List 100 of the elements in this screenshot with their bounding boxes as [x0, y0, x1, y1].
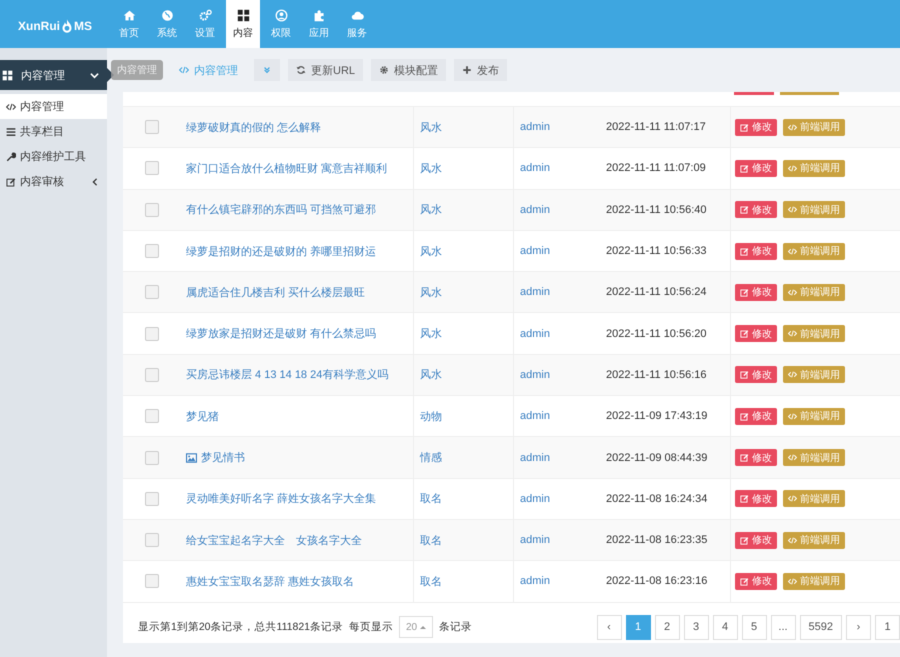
category-link[interactable]: 风水: [420, 160, 442, 176]
category-link[interactable]: 风水: [420, 202, 442, 218]
page-button[interactable]: 1: [626, 614, 651, 640]
author-link[interactable]: admin: [520, 328, 550, 340]
title-link[interactable]: 有什么镇宅辟邪的东西吗 可挡煞可避邪: [186, 202, 376, 218]
row-checkbox[interactable]: [145, 202, 159, 217]
edit-button[interactable]: 修改: [735, 242, 777, 260]
call-button[interactable]: 前端调用: [783, 160, 845, 177]
title-link[interactable]: 属虎适合住几楼吉利 买什么楼层最旺: [186, 284, 366, 300]
per-page-select[interactable]: 20: [399, 616, 434, 638]
edit-button[interactable]: 修改: [735, 325, 777, 342]
author-link[interactable]: admin: [520, 534, 550, 546]
title-link[interactable]: 绿萝放家是招财还是破财 有什么禁忌吗: [186, 326, 376, 342]
dropdown-button[interactable]: [254, 59, 280, 81]
category-link[interactable]: 取名: [420, 574, 442, 589]
page-button[interactable]: 5592: [800, 614, 842, 640]
row-checkbox[interactable]: [145, 492, 159, 506]
edit-button[interactable]: 修改: [735, 366, 777, 384]
author-link[interactable]: admin: [520, 492, 550, 505]
row-checkbox[interactable]: [145, 574, 159, 588]
call-button[interactable]: 前端调用: [783, 366, 845, 384]
edit-button[interactable]: 修改: [735, 572, 777, 590]
nav-tab[interactable]: 系统: [148, 0, 186, 48]
page-button[interactable]: 4: [712, 614, 738, 640]
row-checkbox[interactable]: [145, 533, 159, 548]
call-button[interactable]: 前端调用: [783, 490, 845, 508]
row-checkbox[interactable]: [145, 450, 159, 465]
call-button[interactable]: 前端调用: [783, 325, 845, 342]
call-button[interactable]: 前端调用: [783, 201, 845, 218]
category-link[interactable]: 取名: [420, 532, 442, 548]
nav-tab[interactable]: 服务: [338, 0, 376, 48]
title-link[interactable]: 梦见猪: [186, 408, 219, 424]
category-link[interactable]: 风水: [420, 367, 442, 382]
call-button[interactable]: 前端调用: [783, 572, 845, 590]
nav-tab[interactable]: 权限: [262, 0, 300, 48]
category-link[interactable]: 风水: [420, 244, 442, 259]
row-checkbox[interactable]: [145, 244, 159, 258]
edit-icon: [740, 246, 749, 256]
toolbar-button[interactable]: 模块配置: [371, 59, 446, 81]
nav-tab[interactable]: 应用: [300, 0, 338, 48]
author-link[interactable]: admin: [520, 162, 550, 174]
title-link[interactable]: 灵动唯美好听名字 薛姓女孩名字大全集: [186, 491, 376, 506]
page-button[interactable]: 5: [742, 614, 767, 640]
row-checkbox[interactable]: [145, 326, 159, 341]
page-button[interactable]: 2: [654, 614, 680, 640]
title-link[interactable]: 梦见情书: [201, 450, 245, 466]
sidebar-item[interactable]: 内容管理: [0, 94, 107, 119]
edit-button[interactable]: 修改: [735, 449, 777, 466]
sidebar-header[interactable]: 内容管理: [0, 60, 107, 90]
row-checkbox[interactable]: [145, 368, 159, 382]
row-checkbox[interactable]: [145, 161, 159, 176]
title-link[interactable]: 绿萝破财真的假的 怎么解释: [186, 120, 322, 135]
edit-button[interactable]: 修改: [735, 532, 777, 549]
row-checkbox[interactable]: [145, 409, 159, 424]
edit-button[interactable]: 修改: [735, 201, 777, 218]
call-button[interactable]: 前端调用: [783, 408, 845, 425]
call-button[interactable]: 前端调用: [783, 118, 845, 136]
category-link[interactable]: 情感: [420, 450, 442, 466]
page-button[interactable]: ›: [846, 614, 871, 640]
nav-tab[interactable]: 内容: [226, 0, 260, 48]
edit-button[interactable]: 修改: [735, 284, 777, 301]
author-link[interactable]: admin: [520, 204, 550, 216]
author-link[interactable]: admin: [520, 410, 550, 422]
author-link[interactable]: admin: [520, 121, 550, 134]
row-checkbox[interactable]: [145, 285, 159, 300]
edit-button[interactable]: 修改: [735, 118, 777, 136]
author-link[interactable]: admin: [520, 575, 550, 588]
nav-tab[interactable]: 首页: [110, 0, 148, 48]
code-icon: [788, 536, 797, 545]
category-link[interactable]: 风水: [420, 120, 442, 135]
author-link[interactable]: admin: [520, 245, 550, 258]
page-button[interactable]: 3: [684, 614, 709, 640]
call-button[interactable]: 前端调用: [783, 242, 845, 260]
category-link[interactable]: 动物: [420, 408, 442, 424]
call-button[interactable]: 前端调用: [783, 532, 845, 549]
edit-button[interactable]: 修改: [735, 408, 777, 425]
row-checkbox[interactable]: [145, 120, 159, 134]
author-link[interactable]: admin: [520, 286, 550, 298]
title-link[interactable]: 给女宝宝起名字大全 女孩名字大全: [186, 532, 362, 548]
call-button[interactable]: 前端调用: [783, 284, 845, 301]
page-button[interactable]: 1: [875, 614, 900, 640]
category-link[interactable]: 取名: [420, 491, 442, 506]
call-button[interactable]: 前端调用: [783, 449, 845, 466]
author-link[interactable]: admin: [520, 452, 550, 464]
title-link[interactable]: 惠姓女宝宝取名瑟辞 惠姓女孩取名: [186, 574, 354, 589]
category-link[interactable]: 风水: [420, 284, 442, 300]
logo[interactable]: XunRui MS: [0, 0, 110, 48]
edit-button[interactable]: 修改: [735, 490, 777, 508]
refresh-icon: [296, 65, 306, 75]
title-link[interactable]: 绿萝是招财的还是破财的 养哪里招财运: [186, 244, 376, 259]
page-button[interactable]: ‹: [596, 614, 622, 640]
toolbar-button[interactable]: 发布: [454, 59, 508, 81]
toolbar-button[interactable]: 更新URL: [288, 59, 364, 81]
title-link[interactable]: 家门口适合放什么植物旺财 寓意吉祥顺利: [186, 160, 388, 176]
title-link[interactable]: 买房忌讳楼层 4 13 14 18 24有科学意义吗: [186, 367, 388, 382]
category-link[interactable]: 风水: [420, 326, 442, 342]
nav-tab[interactable]: 设置: [186, 0, 224, 48]
author-link[interactable]: admin: [520, 368, 550, 381]
page-button[interactable]: ...: [770, 614, 796, 640]
edit-button[interactable]: 修改: [735, 160, 777, 177]
